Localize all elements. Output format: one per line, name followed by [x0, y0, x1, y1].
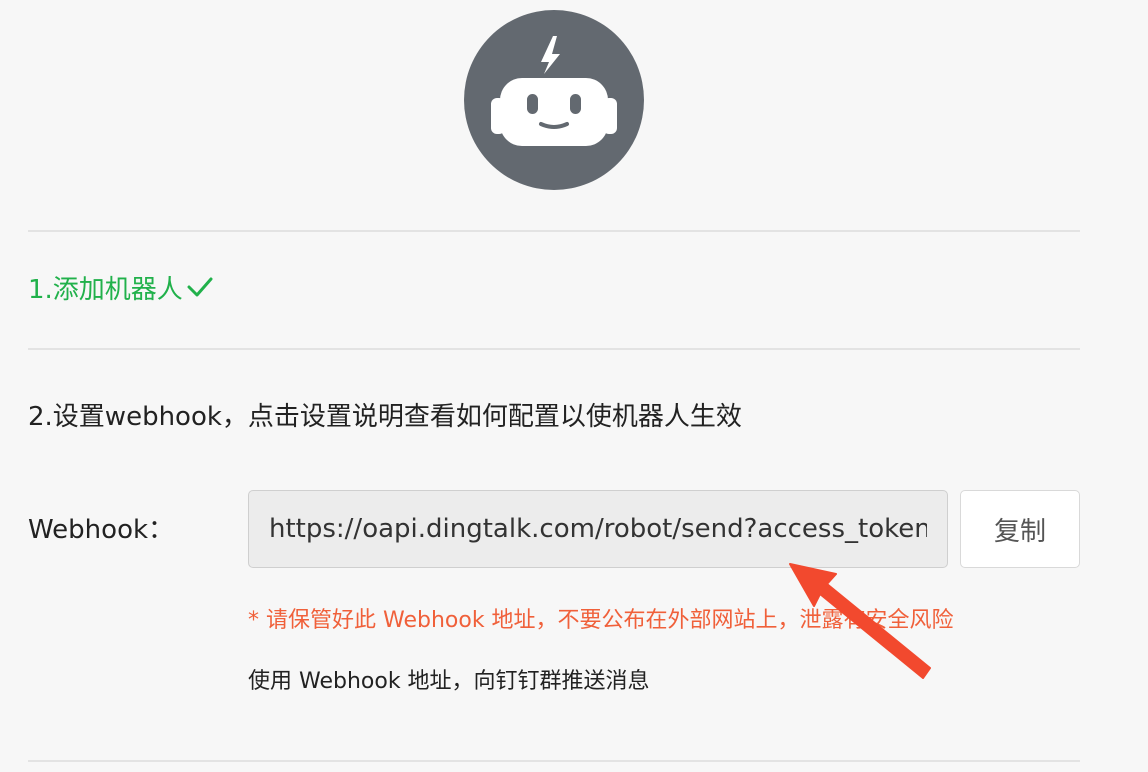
webhook-url-field[interactable] [248, 490, 948, 568]
divider [28, 760, 1080, 762]
robot-avatar [464, 10, 644, 190]
checkmark-icon [187, 272, 213, 308]
webhook-label: Webhook： [28, 515, 175, 545]
webhook-warning: * 请保管好此 Webhook 地址，不要公布在外部网站上，泄露有安全风险 [248, 608, 954, 633]
webhook-usage-text: 使用 Webhook 地址，向钉钉群推送消息 [248, 669, 650, 694]
divider [28, 348, 1080, 350]
divider [28, 230, 1080, 232]
copy-button[interactable]: 复制 [960, 490, 1080, 568]
step-2-label: 2.设置webhook，点击设置说明查看如何配置以使机器人生效 [28, 402, 742, 432]
step-1-label: 1.添加机器人 [28, 275, 183, 305]
robot-icon [491, 36, 617, 146]
step-1-status: 1.添加机器人 [28, 272, 213, 308]
robot-settings-page: 1.添加机器人 2.设置webhook，点击设置说明查看如何配置以使机器人生效 … [0, 0, 1148, 772]
